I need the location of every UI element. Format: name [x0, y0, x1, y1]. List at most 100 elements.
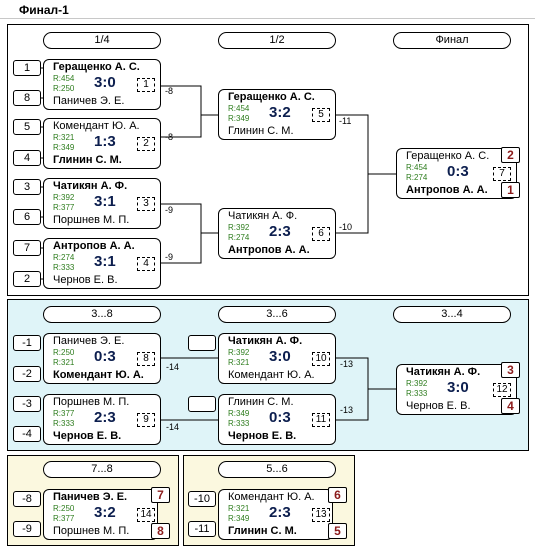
- player-1-rating: R:377: [53, 409, 75, 418]
- match-number: 9: [137, 413, 155, 427]
- match-score: 3:0: [94, 74, 116, 91]
- player-1-rating: R:250: [53, 504, 75, 513]
- player-2-name: Глинин С. М.: [228, 525, 297, 537]
- player-2-rating: R:349: [53, 143, 75, 152]
- seed-box[interactable]: 1: [13, 60, 41, 76]
- round-label-3-6: 3...6: [218, 306, 336, 323]
- player-1-name: Геращенко А. С.: [406, 150, 490, 162]
- match-number: 3: [137, 197, 155, 211]
- match-card[interactable]: Комендант Ю. А. R:321 R:349 1:3 2 Глинин…: [43, 118, 161, 169]
- final-place-badge: 7: [151, 487, 170, 503]
- match-card[interactable]: Поршнев М. П. R:377 R:333 2:3 9 Чернов Е…: [43, 394, 161, 445]
- match-card[interactable]: Чатикян А. Ф. R:392 R:333 3:0 12 Чернов …: [396, 364, 517, 415]
- loser-destination: -14: [166, 362, 180, 372]
- match-card[interactable]: Чатикян А. Ф. R:392 R:274 2:3 6 Антропов…: [218, 208, 336, 259]
- round-label-semifinal: 1/2: [218, 32, 336, 49]
- match-score: 3:0: [447, 379, 469, 396]
- seed-box[interactable]: 8: [13, 90, 41, 106]
- player-2-rating: R:274: [406, 173, 428, 182]
- seed-box[interactable]: 7: [13, 240, 41, 256]
- seed-box[interactable]: 2: [13, 271, 41, 287]
- seed-box[interactable]: [188, 335, 216, 351]
- player-1-name: Чатикян А. Ф.: [53, 180, 128, 192]
- player-1-rating: R:392: [53, 193, 75, 202]
- match-card[interactable]: Глинин С. М. R:349 R:333 0:3 11 Чернов Е…: [218, 394, 336, 445]
- match-card[interactable]: Комендант Ю. А. R:321 R:349 2:3 13 Глини…: [218, 489, 333, 540]
- player-2-name: Глинин С. М.: [228, 125, 294, 137]
- match-card[interactable]: Геращенко А. С. R:454 R:349 3:2 5 Глинин…: [218, 89, 336, 140]
- seed-box[interactable]: -4: [13, 426, 41, 442]
- player-2-name: Глинин С. М.: [53, 154, 122, 166]
- seed-box[interactable]: -9: [13, 521, 41, 537]
- player-1-rating: R:454: [53, 74, 75, 83]
- match-score: 3:1: [94, 193, 116, 210]
- player-1-name: Геращенко А. С.: [53, 61, 140, 73]
- match-number: 1: [137, 78, 155, 92]
- match-score: 3:2: [269, 104, 291, 121]
- seed-box[interactable]: 5: [13, 119, 41, 135]
- match-number: 14: [137, 508, 155, 522]
- player-1-rating: R:250: [53, 348, 75, 357]
- seed-box[interactable]: [188, 396, 216, 412]
- match-number: 5: [312, 108, 330, 122]
- player-2-rating: R:321: [228, 358, 250, 367]
- seed-box[interactable]: 4: [13, 150, 41, 166]
- seed-box[interactable]: 6: [13, 209, 41, 225]
- loser-destination: -10: [339, 222, 353, 232]
- player-2-rating: R:377: [53, 203, 75, 212]
- match-card[interactable]: Чатикян А. Ф. R:392 R:321 3:0 10 Коменда…: [218, 333, 336, 384]
- player-2-name: Комендант Ю. А.: [228, 369, 315, 381]
- player-1-rating: R:454: [228, 104, 250, 113]
- match-score: 1:3: [94, 133, 116, 150]
- seed-box[interactable]: -2: [13, 366, 41, 382]
- player-1-name: Геращенко А. С.: [228, 91, 315, 103]
- match-card[interactable]: Геращенко А. С. R:454 R:274 0:3 7 Антроп…: [396, 148, 517, 199]
- seed-box[interactable]: -8: [13, 491, 41, 507]
- final-place-badge: 8: [151, 523, 170, 539]
- seed-box[interactable]: 3: [13, 179, 41, 195]
- player-2-name: Чернов Е. В.: [228, 430, 297, 442]
- match-number: 8: [137, 352, 155, 366]
- match-score: 2:3: [269, 504, 291, 521]
- player-1-rating: R:392: [406, 379, 428, 388]
- player-1-name: Чатикян А. Ф.: [228, 335, 303, 347]
- player-2-rating: R:333: [228, 419, 250, 428]
- player-2-rating: R:250: [53, 84, 75, 93]
- round-label-quarterfinal: 1/4: [43, 32, 161, 49]
- final-place-badge: 4: [501, 398, 520, 414]
- match-card[interactable]: Геращенко А. С. R:454 R:250 3:0 1 Паниче…: [43, 59, 161, 110]
- player-2-name: Паничев Э. Е.: [53, 95, 125, 107]
- final-place-badge: 5: [328, 523, 347, 539]
- final-place-badge: 6: [328, 487, 347, 503]
- seed-box[interactable]: -3: [13, 396, 41, 412]
- match-card[interactable]: Паничев Э. Е. R:250 R:377 3:2 14 Поршнев…: [43, 489, 158, 540]
- seed-box[interactable]: -11: [188, 521, 216, 537]
- round-label-5-6: 5...6: [218, 461, 336, 478]
- round-label-final: Финал: [393, 32, 511, 49]
- seed-box[interactable]: -10: [188, 491, 216, 507]
- loser-destination: -8: [165, 86, 174, 96]
- loser-destination: -11: [339, 116, 352, 126]
- loser-destination: -13: [340, 405, 354, 415]
- final-place-badge: 2: [501, 147, 520, 163]
- match-number: 2: [137, 137, 155, 151]
- match-number: 12: [493, 383, 511, 397]
- player-2-rating: R:333: [406, 389, 428, 398]
- player-1-rating: R:349: [228, 409, 250, 418]
- match-score: 3:2: [94, 504, 116, 521]
- match-card[interactable]: Паничев Э. Е. R:250 R:321 0:3 8 Комендан…: [43, 333, 161, 384]
- round-label-3-8: 3...8: [43, 306, 161, 323]
- player-1-name: Поршнев М. П.: [53, 396, 130, 408]
- seed-box[interactable]: -1: [13, 335, 41, 351]
- match-score: 0:3: [447, 163, 469, 180]
- loser-destination: -9: [165, 252, 174, 262]
- match-number: 11: [312, 413, 330, 427]
- match-number: 4: [137, 257, 155, 271]
- final-place-badge: 1: [501, 182, 520, 198]
- player-1-name: Глинин С. М.: [228, 396, 294, 408]
- match-card[interactable]: Чатикян А. Ф. R:392 R:377 3:1 3 Поршнев …: [43, 178, 161, 229]
- player-2-name: Чернов Е. В.: [406, 400, 471, 412]
- loser-destination: -8: [165, 132, 174, 142]
- loser-destination: -13: [340, 359, 354, 369]
- match-card[interactable]: Антропов А. А. R:274 R:333 3:1 4 Чернов …: [43, 238, 161, 289]
